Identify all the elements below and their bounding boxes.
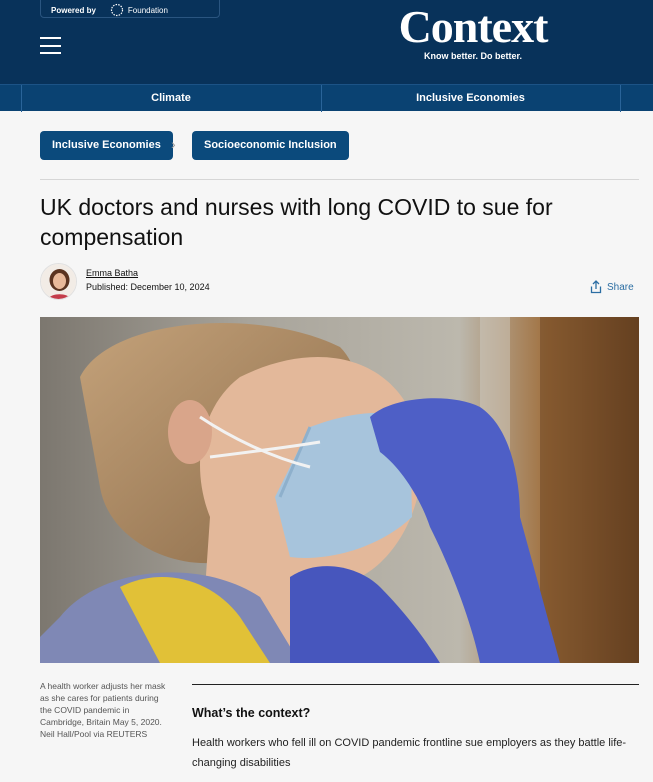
divider xyxy=(40,179,639,180)
powered-by-label: Powered by xyxy=(51,5,96,15)
site-logo[interactable]: Context Know better. Do better. xyxy=(392,1,554,62)
powered-by-badge[interactable]: Powered by Foundation xyxy=(40,0,220,18)
share-button[interactable]: Share xyxy=(589,280,634,294)
article-hero-image xyxy=(40,317,639,663)
foundation-label: Foundation xyxy=(127,5,168,15)
author-avatar[interactable] xyxy=(40,263,77,300)
image-caption: A health worker adjusts her mask as she … xyxy=(40,681,166,739)
author-name-link[interactable]: Emma Batha xyxy=(86,268,138,278)
chevron-right-icon: › xyxy=(171,136,176,152)
logo-wordmark: Context xyxy=(398,1,549,52)
context-summary: Health workers who fell ill on COVID pan… xyxy=(192,737,627,769)
nav-item-inclusive-economies[interactable]: Inclusive Economies xyxy=(321,85,620,112)
publish-date: Published: December 10, 2024 xyxy=(86,282,210,292)
logo-tagline: Know better. Do better. xyxy=(423,51,522,61)
topic-nav: Climate Inclusive Economies xyxy=(0,84,653,112)
hamburger-menu-icon[interactable] xyxy=(40,37,61,54)
nav-divider xyxy=(620,85,621,112)
breadcrumb-inclusive-economies[interactable]: Inclusive Economies xyxy=(40,131,173,160)
nav-item-climate[interactable]: Climate xyxy=(21,85,321,112)
share-label: Share xyxy=(607,281,634,293)
share-icon xyxy=(590,280,602,294)
breadcrumb-socioeconomic-inclusion[interactable]: Socioeconomic Inclusion xyxy=(192,131,349,160)
site-header: Powered by Foundation Context Know bette… xyxy=(0,0,653,84)
context-divider xyxy=(192,684,639,685)
context-heading: What’s the context? xyxy=(192,706,311,720)
foundation-logo-icon xyxy=(110,3,124,17)
article-title: UK doctors and nurses with long COVID to… xyxy=(40,194,553,250)
foundation-mark: Foundation xyxy=(110,3,168,17)
